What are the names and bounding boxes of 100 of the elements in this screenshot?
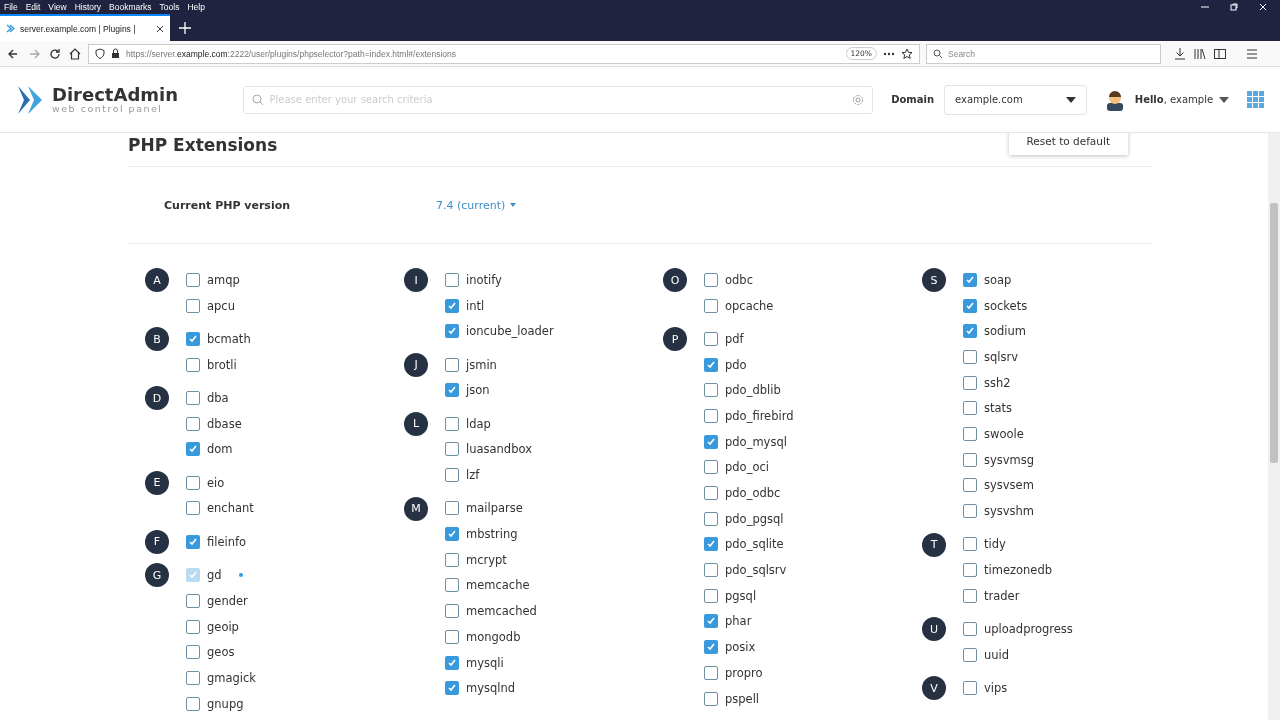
- checkbox[interactable]: [186, 645, 200, 660]
- checkbox[interactable]: [704, 563, 718, 578]
- checkbox[interactable]: [963, 647, 977, 662]
- checkbox[interactable]: [186, 501, 200, 516]
- checkbox[interactable]: [445, 324, 459, 339]
- checkbox[interactable]: [704, 640, 718, 655]
- menu-item[interactable]: File: [4, 2, 18, 12]
- checkbox[interactable]: [445, 272, 459, 287]
- checkbox[interactable]: [963, 324, 977, 339]
- checkbox[interactable]: [445, 442, 459, 457]
- checkbox[interactable]: [445, 357, 459, 372]
- checkbox[interactable]: [963, 681, 977, 696]
- apps-grid-icon[interactable]: [1247, 91, 1264, 108]
- checkbox[interactable]: [186, 696, 200, 711]
- checkbox[interactable]: [704, 434, 718, 449]
- checkbox[interactable]: [704, 486, 718, 501]
- sidebar-icon[interactable]: [1213, 46, 1227, 61]
- checkbox[interactable]: [963, 504, 977, 519]
- menu-item[interactable]: Tools: [159, 2, 180, 12]
- checkbox[interactable]: [186, 593, 200, 608]
- checkbox[interactable]: [186, 357, 200, 372]
- checkbox[interactable]: [704, 614, 718, 629]
- checkbox[interactable]: [445, 468, 459, 483]
- browser-tab[interactable]: server.example.com | Plugins |: [0, 14, 170, 41]
- checkbox[interactable]: [704, 298, 718, 313]
- shield-icon: [95, 48, 105, 59]
- checkbox[interactable]: [963, 349, 977, 364]
- checkbox[interactable]: [445, 604, 459, 619]
- checkbox[interactable]: [963, 375, 977, 390]
- checkbox[interactable]: [963, 537, 977, 552]
- checkbox[interactable]: [704, 383, 718, 398]
- checkbox[interactable]: [704, 408, 718, 423]
- checkbox[interactable]: [704, 331, 718, 346]
- checkbox[interactable]: [963, 298, 977, 313]
- menu-item[interactable]: View: [48, 2, 67, 12]
- star-icon[interactable]: [901, 47, 913, 60]
- checkbox[interactable]: [445, 383, 459, 398]
- menu-item[interactable]: History: [74, 2, 102, 12]
- extension-name: gnupg: [207, 696, 244, 711]
- menu-item[interactable]: Edit: [25, 2, 41, 12]
- checkbox[interactable]: [445, 416, 459, 431]
- scrollbar[interactable]: [1268, 133, 1280, 720]
- checkbox[interactable]: [186, 272, 200, 287]
- reset-button[interactable]: Reset to default: [1008, 133, 1128, 155]
- download-icon[interactable]: [1173, 46, 1187, 61]
- menu-item[interactable]: Help: [187, 2, 205, 12]
- checkbox[interactable]: [963, 563, 977, 578]
- checkbox[interactable]: [704, 537, 718, 552]
- minimize-icon[interactable]: [1200, 3, 1210, 11]
- checkbox[interactable]: [704, 357, 718, 372]
- checkbox[interactable]: [963, 588, 977, 603]
- checkbox[interactable]: [445, 527, 459, 542]
- checkbox[interactable]: [963, 426, 977, 441]
- more-icon[interactable]: [883, 51, 895, 56]
- menu-icon[interactable]: [1245, 46, 1259, 61]
- checkbox[interactable]: [445, 578, 459, 593]
- checkbox[interactable]: [445, 655, 459, 670]
- avatar-icon[interactable]: [1104, 88, 1125, 111]
- checkbox[interactable]: [704, 460, 718, 475]
- checkbox[interactable]: [963, 401, 977, 416]
- checkbox[interactable]: [186, 619, 200, 634]
- checkbox[interactable]: [963, 272, 977, 287]
- checkbox[interactable]: [186, 475, 200, 490]
- extension-name: phar: [725, 614, 752, 629]
- settings-icon[interactable]: [852, 93, 865, 106]
- php-version-select[interactable]: 7.4 (current): [436, 198, 517, 212]
- checkbox[interactable]: [186, 390, 200, 405]
- checkbox[interactable]: [186, 442, 200, 457]
- checkbox[interactable]: [704, 665, 718, 680]
- restore-icon[interactable]: [1230, 3, 1238, 11]
- domain-select[interactable]: example.com: [944, 84, 1087, 115]
- checkbox[interactable]: [704, 691, 718, 706]
- checkbox[interactable]: [445, 552, 459, 567]
- checkbox[interactable]: [186, 331, 200, 346]
- checkbox[interactable]: [445, 629, 459, 644]
- library-icon[interactable]: [1193, 46, 1207, 61]
- menu-item[interactable]: Bookmarks: [109, 2, 152, 12]
- checkbox[interactable]: [963, 622, 977, 637]
- extension-name: inotify: [466, 272, 502, 287]
- checkbox[interactable]: [186, 416, 200, 431]
- checkbox[interactable]: [445, 501, 459, 516]
- checkbox[interactable]: [186, 298, 200, 313]
- checkbox[interactable]: [704, 511, 718, 526]
- checkbox[interactable]: [963, 478, 977, 493]
- home-icon[interactable]: [68, 46, 82, 61]
- checkbox[interactable]: [963, 452, 977, 467]
- checkbox[interactable]: [445, 681, 459, 696]
- reload-icon[interactable]: [48, 46, 62, 61]
- checkbox[interactable]: [445, 298, 459, 313]
- checkbox[interactable]: [704, 588, 718, 603]
- checkbox[interactable]: [186, 534, 200, 549]
- user-greeting[interactable]: Hello, example: [1134, 94, 1214, 105]
- extension-name: geoip: [207, 619, 239, 634]
- caret-icon[interactable]: [1219, 96, 1230, 103]
- checkbox[interactable]: [186, 670, 200, 685]
- check-icon: [965, 300, 975, 311]
- checkbox[interactable]: [704, 272, 718, 287]
- search-field[interactable]: Search: [926, 43, 1161, 64]
- close-icon[interactable]: [156, 24, 164, 33]
- extension-name: opcache: [725, 298, 774, 313]
